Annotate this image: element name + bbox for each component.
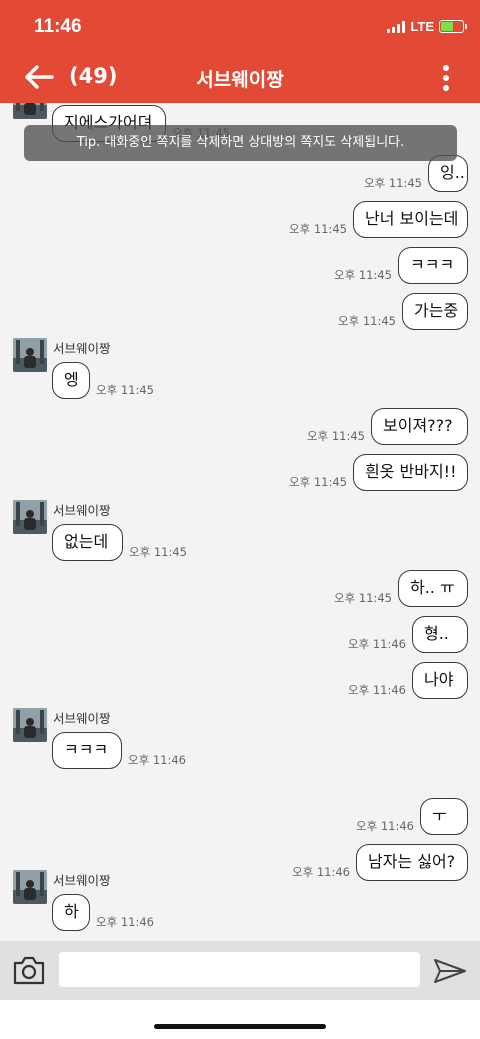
message-bubble[interactable]: 남자는 싫어? bbox=[356, 844, 468, 881]
sender-name: 서브웨이짱 bbox=[53, 341, 111, 356]
message-time: 오후 11:45 bbox=[96, 383, 154, 397]
avatar[interactable] bbox=[13, 708, 47, 742]
message-bubble[interactable]: 가는중 bbox=[402, 293, 468, 330]
message-time: 오후 11:46 bbox=[292, 865, 350, 879]
message-time: 오후 11:45 bbox=[289, 475, 347, 489]
message-time: 오후 11:45 bbox=[289, 222, 347, 236]
avatar[interactable] bbox=[13, 338, 47, 372]
message-bubble[interactable]: 하 bbox=[52, 894, 90, 931]
message-time: 오후 11:45 bbox=[338, 314, 396, 328]
home-indicator[interactable] bbox=[154, 1024, 326, 1029]
message-time: 오후 11:45 bbox=[334, 268, 392, 282]
message-time: 오후 11:45 bbox=[334, 591, 392, 605]
network-type: LTE bbox=[410, 19, 434, 34]
message-list[interactable]: 지에스가어뎌오후 11:45잉..오후 11:45난너 보이는데오후 11:45… bbox=[0, 103, 480, 941]
input-bar bbox=[0, 941, 480, 1000]
message-time: 오후 11:46 bbox=[128, 753, 186, 767]
message-bubble[interactable]: ㅋㅋㅋ bbox=[52, 732, 122, 769]
message-bubble[interactable]: 나야 bbox=[412, 662, 468, 699]
battery-icon bbox=[439, 20, 467, 33]
message-input[interactable] bbox=[59, 952, 420, 987]
message-time: 오후 11:45 bbox=[129, 545, 187, 559]
message-time: 오후 11:46 bbox=[356, 819, 414, 833]
message-bubble[interactable]: 형.. bbox=[412, 616, 468, 653]
camera-icon[interactable] bbox=[12, 954, 46, 986]
status-indicators: LTE bbox=[387, 19, 467, 34]
sender-name: 서브웨이짱 bbox=[53, 873, 111, 888]
message-bubble[interactable]: 없는데 bbox=[52, 524, 123, 561]
app-bar: (49) 서브웨이짱 bbox=[0, 52, 480, 103]
sender-name: 서브웨이짱 bbox=[53, 711, 111, 726]
message-bubble[interactable]: 흰옷 반바지!! bbox=[353, 454, 468, 491]
message-bubble[interactable]: 엥 bbox=[52, 362, 90, 399]
message-time: 오후 11:45 bbox=[364, 176, 422, 190]
message-time: 오후 11:46 bbox=[348, 637, 406, 651]
home-area bbox=[0, 1000, 480, 1039]
signal-icon bbox=[387, 20, 406, 33]
message-bubble[interactable]: ㅋㅋㅋ bbox=[398, 247, 468, 284]
message-bubble[interactable]: ㅜ bbox=[420, 798, 468, 835]
more-vertical-icon[interactable] bbox=[442, 64, 450, 92]
page-title: 서브웨이짱 bbox=[196, 69, 284, 91]
message-bubble[interactable]: 하.. ㅠ bbox=[398, 570, 468, 607]
sender-name: 서브웨이짱 bbox=[53, 503, 111, 518]
avatar[interactable] bbox=[13, 500, 47, 534]
status-bar: 11:46 LTE bbox=[0, 0, 480, 52]
status-time: 11:46 bbox=[34, 16, 82, 37]
message-time: 오후 11:45 bbox=[307, 429, 365, 443]
tip-banner: Tip. 대화중인 쪽지를 삭제하면 상대방의 쪽지도 삭제됩니다. bbox=[24, 125, 457, 161]
message-bubble[interactable]: 난너 보이는데 bbox=[353, 201, 468, 238]
message-bubble[interactable]: 보이져??? bbox=[371, 408, 468, 445]
message-time: 오후 11:46 bbox=[96, 915, 154, 929]
avatar[interactable] bbox=[13, 870, 47, 904]
send-icon[interactable] bbox=[433, 957, 467, 985]
avatar[interactable] bbox=[13, 103, 47, 119]
message-time: 오후 11:46 bbox=[348, 683, 406, 697]
